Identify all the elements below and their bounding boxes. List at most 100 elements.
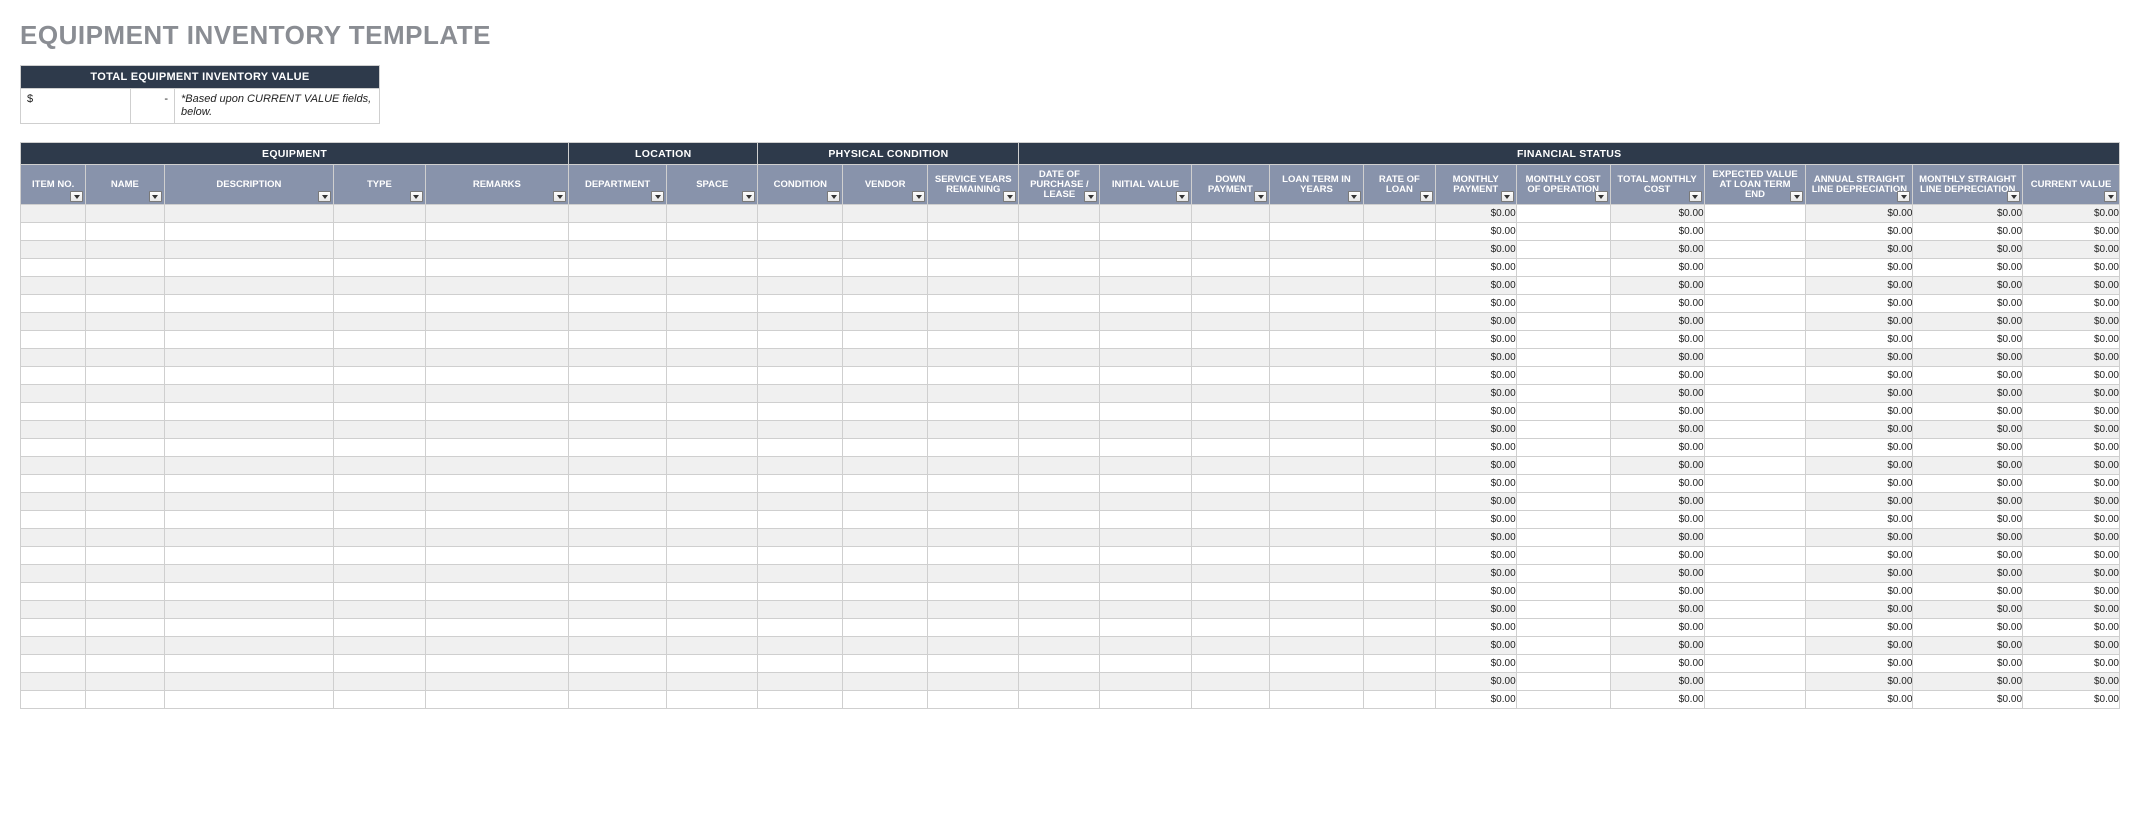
cell[interactable]: [843, 511, 928, 529]
cell[interactable]: [1363, 493, 1435, 511]
cell[interactable]: [1019, 259, 1100, 277]
cell[interactable]: [843, 205, 928, 223]
cell[interactable]: [1704, 367, 1806, 385]
cell[interactable]: [21, 475, 86, 493]
cell[interactable]: [86, 349, 164, 367]
cell[interactable]: [928, 241, 1019, 259]
cell[interactable]: [1516, 565, 1610, 583]
cell[interactable]: [928, 601, 1019, 619]
cell[interactable]: [425, 259, 569, 277]
cell[interactable]: [1516, 313, 1610, 331]
cell[interactable]: [667, 367, 758, 385]
cell[interactable]: [1270, 439, 1364, 457]
cell[interactable]: [425, 601, 569, 619]
cell[interactable]: [1270, 295, 1364, 313]
cell[interactable]: [569, 583, 667, 601]
cell[interactable]: [1019, 565, 1100, 583]
cell[interactable]: [425, 277, 569, 295]
cell[interactable]: [843, 385, 928, 403]
cell[interactable]: [425, 511, 569, 529]
cell[interactable]: [1516, 277, 1610, 295]
cell[interactable]: [569, 385, 667, 403]
cell[interactable]: [334, 565, 425, 583]
cell[interactable]: [334, 421, 425, 439]
cell[interactable]: [667, 403, 758, 421]
cell[interactable]: [1019, 583, 1100, 601]
cell[interactable]: [1100, 493, 1191, 511]
cell[interactable]: [1363, 655, 1435, 673]
cell[interactable]: [21, 313, 86, 331]
cell[interactable]: [1019, 601, 1100, 619]
cell[interactable]: [1019, 421, 1100, 439]
cell[interactable]: [758, 205, 843, 223]
cell[interactable]: [843, 421, 928, 439]
cell[interactable]: [667, 331, 758, 349]
cell[interactable]: [1100, 241, 1191, 259]
cell[interactable]: [21, 367, 86, 385]
cell[interactable]: [569, 691, 667, 709]
cell[interactable]: [1270, 259, 1364, 277]
cell[interactable]: [425, 583, 569, 601]
cell[interactable]: [1270, 457, 1364, 475]
cell[interactable]: [1704, 403, 1806, 421]
cell[interactable]: [928, 421, 1019, 439]
cell[interactable]: [667, 529, 758, 547]
cell[interactable]: [1191, 313, 1269, 331]
cell[interactable]: [334, 691, 425, 709]
cell[interactable]: [667, 691, 758, 709]
cell[interactable]: [569, 655, 667, 673]
cell[interactable]: [1100, 331, 1191, 349]
cell[interactable]: [86, 403, 164, 421]
cell[interactable]: [21, 331, 86, 349]
cell[interactable]: [425, 637, 569, 655]
cell[interactable]: [425, 673, 569, 691]
cell[interactable]: [569, 349, 667, 367]
cell[interactable]: [164, 259, 334, 277]
cell[interactable]: [569, 277, 667, 295]
cell[interactable]: [667, 457, 758, 475]
cell[interactable]: [21, 241, 86, 259]
cell[interactable]: [928, 655, 1019, 673]
cell[interactable]: [425, 619, 569, 637]
cell[interactable]: [334, 205, 425, 223]
cell[interactable]: [1516, 439, 1610, 457]
cell[interactable]: [164, 223, 334, 241]
cell[interactable]: [758, 565, 843, 583]
cell[interactable]: [425, 349, 569, 367]
cell[interactable]: [1270, 565, 1364, 583]
summary-amount[interactable]: -: [131, 89, 175, 123]
cell[interactable]: [758, 313, 843, 331]
filter-dropdown-icon[interactable]: [1254, 191, 1267, 202]
cell[interactable]: [843, 295, 928, 313]
cell[interactable]: [334, 367, 425, 385]
cell[interactable]: [1363, 277, 1435, 295]
cell[interactable]: [164, 439, 334, 457]
cell[interactable]: [928, 223, 1019, 241]
cell[interactable]: [21, 493, 86, 511]
cell[interactable]: [1191, 529, 1269, 547]
cell[interactable]: [86, 439, 164, 457]
cell[interactable]: [86, 457, 164, 475]
cell[interactable]: [86, 529, 164, 547]
cell[interactable]: [334, 511, 425, 529]
cell[interactable]: [425, 367, 569, 385]
cell[interactable]: [1191, 331, 1269, 349]
cell[interactable]: [334, 475, 425, 493]
cell[interactable]: [928, 547, 1019, 565]
cell[interactable]: [928, 673, 1019, 691]
cell[interactable]: [569, 637, 667, 655]
cell[interactable]: [21, 565, 86, 583]
cell[interactable]: [758, 439, 843, 457]
cell[interactable]: [1019, 547, 1100, 565]
cell[interactable]: [1363, 673, 1435, 691]
cell[interactable]: [1191, 583, 1269, 601]
cell[interactable]: [1100, 565, 1191, 583]
cell[interactable]: [1704, 295, 1806, 313]
cell[interactable]: [21, 349, 86, 367]
cell[interactable]: [1704, 619, 1806, 637]
cell[interactable]: [928, 403, 1019, 421]
cell[interactable]: [1363, 349, 1435, 367]
cell[interactable]: [569, 259, 667, 277]
cell[interactable]: [843, 277, 928, 295]
cell[interactable]: [1191, 439, 1269, 457]
